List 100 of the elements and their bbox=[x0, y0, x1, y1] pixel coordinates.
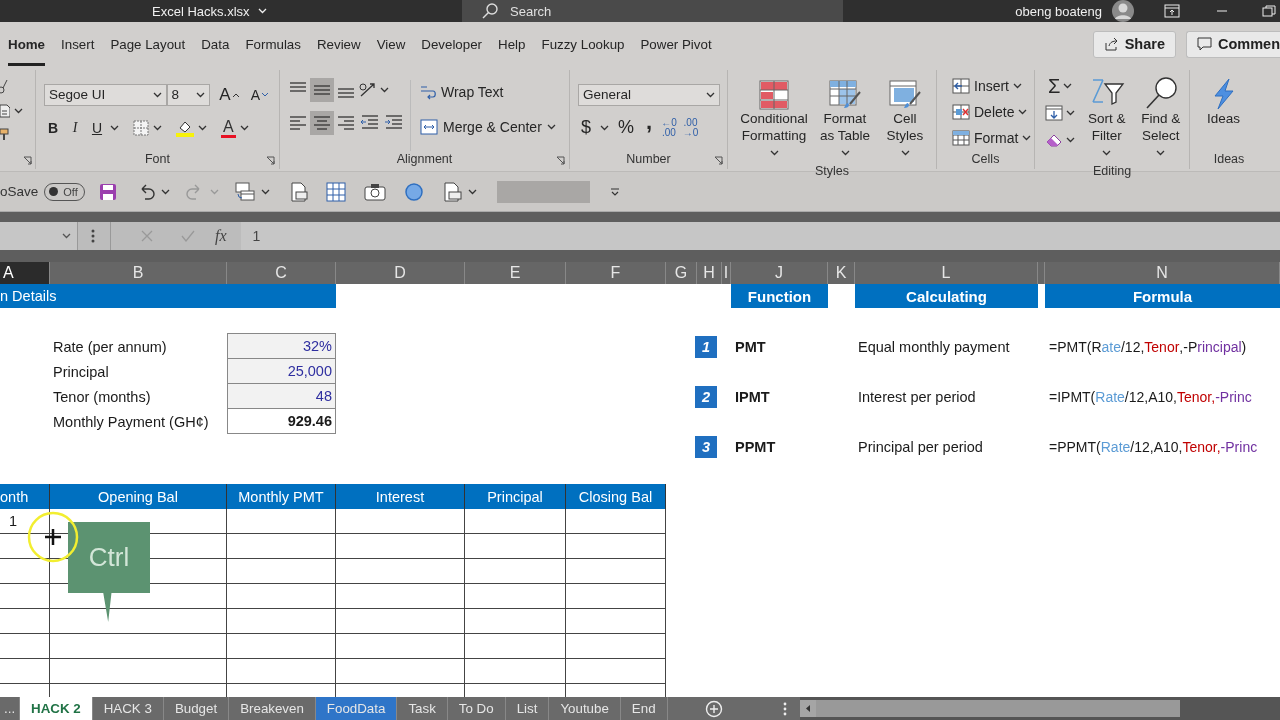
cells-delete-button[interactable]: Delete bbox=[949, 100, 1030, 124]
caret-icon[interactable] bbox=[1066, 137, 1075, 143]
ribbon-tab[interactable]: Page Layout bbox=[110, 22, 186, 66]
ribbon-tab[interactable]: Power Pivot bbox=[640, 22, 712, 66]
dialog-launcher-icon[interactable] bbox=[23, 156, 32, 165]
grow-font-button[interactable]: A bbox=[216, 82, 242, 107]
restore-icon[interactable] bbox=[1262, 5, 1276, 17]
ribbon-tab[interactable]: Developer bbox=[421, 22, 483, 66]
autosum-button[interactable]: Σ bbox=[1045, 74, 1080, 98]
ribbon-tab[interactable]: Insert bbox=[61, 22, 95, 66]
caret-icon[interactable] bbox=[1018, 109, 1028, 115]
sheet-tab[interactable]: End bbox=[620, 697, 668, 720]
cells-insert-button[interactable]: Insert bbox=[949, 74, 1030, 98]
more-options-icon[interactable] bbox=[783, 701, 787, 716]
sort-filter-button[interactable]: Sort & Filter bbox=[1083, 74, 1131, 163]
sheet-tab[interactable]: List bbox=[505, 697, 550, 720]
eraser-icon[interactable] bbox=[1045, 132, 1063, 148]
caret-icon[interactable] bbox=[467, 188, 477, 195]
ribbon-tab[interactable]: Formulas bbox=[245, 22, 301, 66]
comments-button[interactable]: Commen bbox=[1185, 30, 1280, 58]
caret-icon[interactable] bbox=[152, 91, 162, 98]
column-header[interactable]: A bbox=[0, 262, 50, 284]
format-as-table-button[interactable]: Format as Table bbox=[814, 78, 876, 163]
sheet-tab[interactable]: To Do bbox=[447, 697, 506, 720]
column-header[interactable]: D bbox=[336, 262, 465, 284]
fill-down-icon[interactable] bbox=[1045, 105, 1063, 121]
ribbon-tab[interactable]: Fuzzy Lookup bbox=[541, 22, 625, 66]
add-sheet-icon[interactable] bbox=[705, 699, 723, 718]
column-header[interactable]: E bbox=[465, 262, 566, 284]
caret-icon[interactable] bbox=[546, 124, 556, 130]
scroll-left-icon[interactable] bbox=[800, 700, 816, 717]
caret-icon[interactable] bbox=[196, 91, 206, 98]
circle-shape-icon[interactable] bbox=[403, 181, 424, 202]
share-button[interactable]: Share bbox=[1092, 30, 1176, 58]
more-options-icon[interactable] bbox=[91, 229, 95, 243]
caret-icon[interactable] bbox=[239, 124, 249, 131]
print-preview-icon[interactable] bbox=[289, 181, 308, 202]
find-select-button[interactable]: Find & Select bbox=[1134, 74, 1187, 163]
caret-icon[interactable] bbox=[1022, 135, 1032, 141]
shrink-font-button[interactable]: A bbox=[247, 82, 271, 107]
save-icon[interactable] bbox=[98, 182, 117, 201]
currency-button[interactable]: $ bbox=[578, 115, 594, 140]
format-painter-icon[interactable] bbox=[0, 128, 10, 140]
align-middle-icon[interactable] bbox=[310, 78, 334, 102]
sheet-tab[interactable]: HACK 2 bbox=[20, 697, 93, 720]
sheet-tab[interactable]: Breakeven bbox=[229, 697, 316, 720]
column-header[interactable]: I bbox=[722, 262, 731, 284]
sheet-tab[interactable]: FoodData bbox=[315, 697, 398, 720]
font-size-field[interactable]: 8 bbox=[166, 83, 211, 106]
orientation-icon[interactable] bbox=[358, 81, 378, 99]
ribbon-tab[interactable]: View bbox=[376, 22, 406, 66]
caret-icon[interactable] bbox=[1063, 83, 1073, 89]
column-header[interactable]: K bbox=[828, 262, 855, 284]
search-field[interactable]: Search bbox=[462, 0, 843, 22]
caret-icon[interactable] bbox=[840, 150, 850, 157]
caret-icon[interactable] bbox=[769, 150, 779, 157]
grid-icon[interactable] bbox=[325, 181, 346, 202]
font-name-field[interactable]: Segoe UI bbox=[44, 83, 167, 106]
copy-sheet-icon[interactable] bbox=[234, 181, 255, 202]
caret-icon[interactable] bbox=[153, 124, 162, 131]
caret-icon[interactable] bbox=[1066, 110, 1075, 116]
caret-icon[interactable] bbox=[1013, 83, 1022, 89]
caret-icon[interactable] bbox=[1156, 150, 1166, 157]
caret-icon[interactable] bbox=[110, 124, 119, 131]
sheet-tab[interactable]: Youtube bbox=[549, 697, 621, 720]
ribbon-tab[interactable]: Help bbox=[498, 22, 526, 66]
percent-button[interactable]: % bbox=[615, 115, 638, 140]
decrease-decimal-button[interactable]: .00 →0 bbox=[682, 117, 699, 138]
ribbon-tab[interactable]: Data bbox=[201, 22, 230, 66]
print-icon[interactable] bbox=[441, 181, 462, 202]
dialog-launcher-icon[interactable] bbox=[266, 156, 275, 165]
merge-center-button[interactable]: Merge & Center bbox=[417, 115, 559, 139]
column-header[interactable]: G bbox=[666, 262, 697, 284]
caret-icon[interactable] bbox=[260, 188, 270, 195]
wrap-text-button[interactable]: Wrap Text bbox=[417, 80, 559, 104]
column-header[interactable]: H bbox=[697, 262, 722, 284]
cell-styles-button[interactable]: Cell Styles bbox=[878, 78, 932, 163]
caret-icon[interactable] bbox=[160, 188, 170, 195]
caret-icon[interactable] bbox=[600, 124, 609, 131]
conditional-formatting-button[interactable]: Conditional Formatting bbox=[736, 78, 812, 163]
increase-decimal-button[interactable]: ←0 .00 bbox=[661, 117, 677, 138]
cells-format-button[interactable]: Format bbox=[949, 126, 1030, 150]
camera-icon[interactable] bbox=[363, 182, 386, 201]
ribbon-display-icon[interactable] bbox=[1164, 4, 1180, 18]
caret-icon[interactable] bbox=[14, 108, 23, 114]
caret-icon[interactable] bbox=[1102, 150, 1112, 157]
paste-icon[interactable] bbox=[0, 104, 10, 118]
align-center-icon[interactable] bbox=[310, 111, 334, 135]
caret-icon[interactable] bbox=[900, 150, 910, 157]
insert-function-button[interactable]: fx bbox=[215, 227, 227, 245]
scrollbar-thumb[interactable] bbox=[816, 700, 1180, 717]
formula-field[interactable]: 1 bbox=[240, 222, 1280, 250]
number-format-field[interactable]: General bbox=[578, 83, 720, 106]
bold-button[interactable]: B bbox=[44, 115, 62, 140]
customize-toolbar-icon[interactable] bbox=[609, 187, 620, 196]
caret-icon[interactable] bbox=[380, 87, 389, 93]
column-header[interactable]: F bbox=[566, 262, 666, 284]
italic-button[interactable]: I bbox=[66, 115, 84, 140]
comma-style-button[interactable]: , bbox=[643, 115, 656, 140]
ribbon-tab[interactable]: Review bbox=[316, 22, 361, 66]
